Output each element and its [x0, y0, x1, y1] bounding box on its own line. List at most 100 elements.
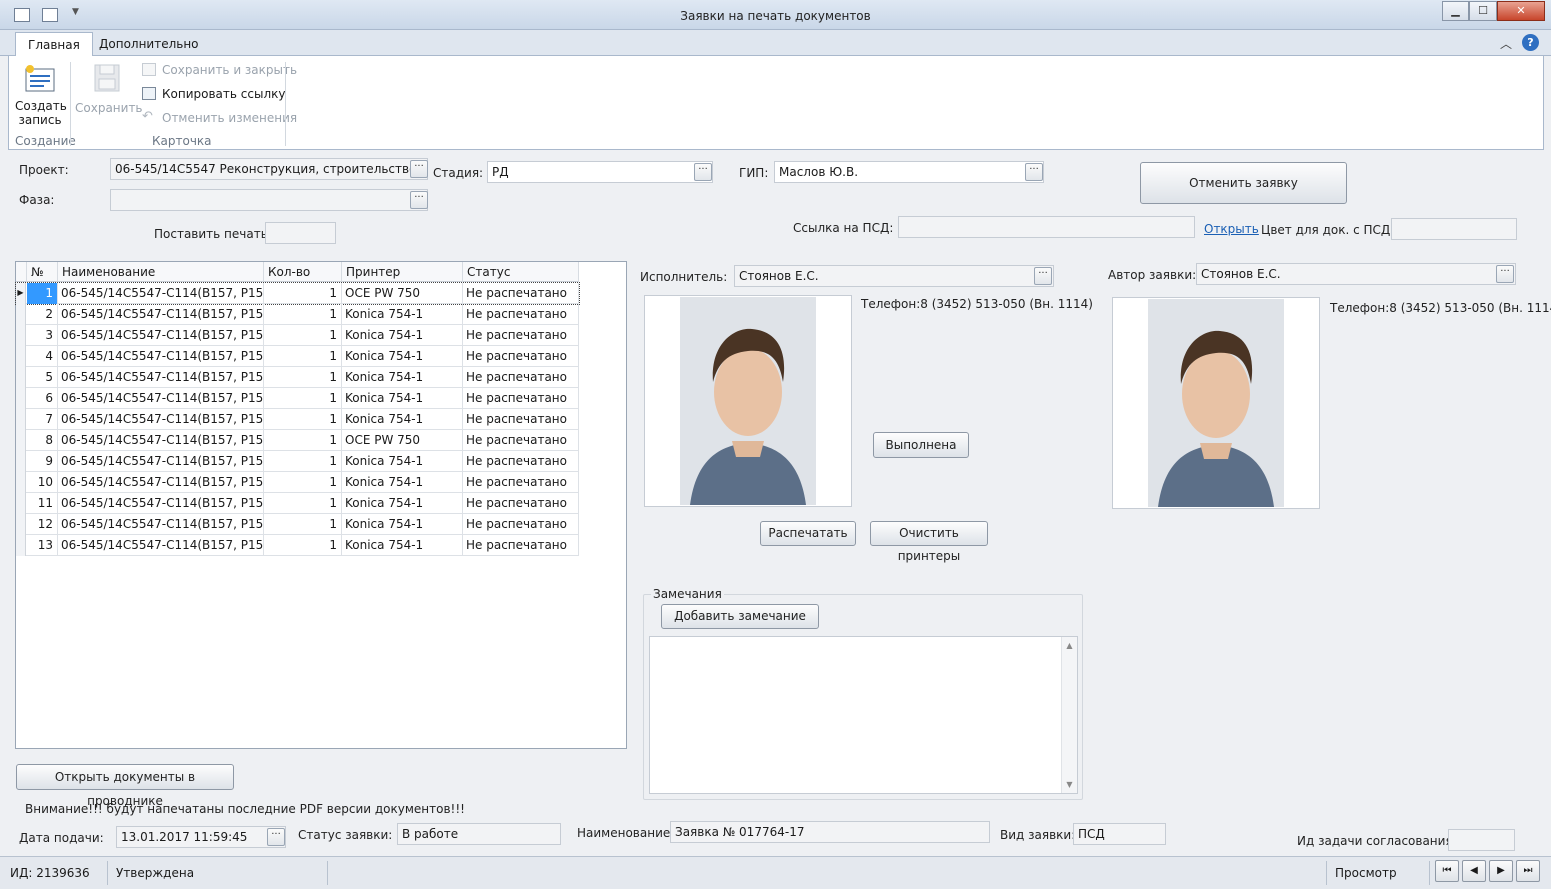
row-selector[interactable]	[16, 514, 26, 535]
cell-name[interactable]: 06-545/14С5547-С114(В157, Р157)-А...	[58, 514, 264, 535]
cell-number[interactable]: 9	[27, 451, 58, 472]
col-header-printer[interactable]: Принтер	[342, 262, 463, 282]
row-selector[interactable]	[16, 451, 26, 472]
cell-status[interactable]: Не распечатано	[463, 451, 579, 472]
done-button[interactable]: Выполнена	[873, 432, 969, 458]
author-field[interactable]: Стоянов Е.С.	[1196, 263, 1516, 285]
row-pointer-icon[interactable]: ▶	[16, 283, 26, 304]
cell-qty[interactable]: 1	[264, 388, 342, 409]
open-in-explorer-button[interactable]: Открыть документы в проводнике	[16, 764, 234, 808]
remarks-textarea[interactable]: ▲ ▼	[649, 636, 1078, 794]
cell-status[interactable]: Не распечатано	[463, 388, 579, 409]
submit-date-picker-button[interactable]: ···	[267, 828, 285, 846]
cell-printer[interactable]: Konica 754-1	[342, 409, 463, 430]
table-row[interactable]: 806-545/14С5547-С114(В157, Р157)-А...1OC…	[16, 430, 579, 451]
cell-printer[interactable]: OCE PW 750	[342, 430, 463, 451]
save-and-close-button[interactable]: Сохранить и закрыть	[142, 61, 297, 79]
cell-number[interactable]: 8	[27, 430, 58, 451]
cell-name[interactable]: 06-545/14С5547-С114(В157, Р157)-А...	[58, 451, 264, 472]
table-row[interactable]: 1206-545/14С5547-С114(В157, Р157)-А...1K…	[16, 514, 579, 535]
cell-qty[interactable]: 1	[264, 472, 342, 493]
table-row[interactable]: 1006-545/14С5547-С114(В157, Р157)-А...1K…	[16, 472, 579, 493]
cell-number[interactable]: 2	[27, 304, 58, 325]
close-button[interactable]: ✕	[1497, 1, 1545, 21]
cell-number[interactable]: 10	[27, 472, 58, 493]
last-record-button[interactable]: ⏭	[1516, 860, 1540, 882]
cell-qty[interactable]: 1	[264, 409, 342, 430]
open-psd-link[interactable]: Открыть	[1204, 222, 1259, 236]
documents-grid[interactable]: № Наименование Кол-во Принтер Статус ▶ 1 0…	[15, 261, 627, 749]
save-button[interactable]: Сохранить	[75, 62, 143, 115]
chevron-up-icon[interactable]: ︿	[1500, 35, 1512, 52]
cell-qty[interactable]: 1	[264, 367, 342, 388]
cell-name[interactable]: 06-545/14С5547-С114(В157, Р157)-А...	[58, 472, 264, 493]
cell-name[interactable]: 06-545/14С5547-С114(В157, Р157)-А...	[58, 493, 264, 514]
cell-qty[interactable]: 1	[264, 430, 342, 451]
cell-status[interactable]: Не распечатано	[463, 535, 579, 556]
row-selector[interactable]	[16, 430, 26, 451]
cell-printer[interactable]: Konica 754-1	[342, 535, 463, 556]
tab-additional[interactable]: Дополнительно	[87, 32, 211, 56]
psd-color-field[interactable]	[1391, 218, 1517, 240]
cell-number[interactable]: 1	[27, 283, 58, 304]
cell-status[interactable]: Не распечатано	[463, 367, 579, 388]
row-selector[interactable]	[16, 535, 26, 556]
cell-status[interactable]: Не распечатано	[463, 325, 579, 346]
table-row[interactable]: 506-545/14С5547-С114(В157, Р157)-А...1Ko…	[16, 367, 579, 388]
table-row[interactable]: 1106-545/14С5547-С114(В157, Р157)-А...1K…	[16, 493, 579, 514]
cell-status[interactable]: Не распечатано	[463, 514, 579, 535]
tab-main[interactable]: Главная	[15, 32, 93, 56]
table-row[interactable]: 706-545/14С5547-С114(В157, Р157)-А...1Ko…	[16, 409, 579, 430]
cell-qty[interactable]: 1	[264, 304, 342, 325]
cell-printer[interactable]: Konica 754-1	[342, 367, 463, 388]
cell-number[interactable]: 12	[27, 514, 58, 535]
author-browse-button[interactable]: ···	[1496, 265, 1514, 283]
cell-status[interactable]: Не распечатано	[463, 409, 579, 430]
cell-qty[interactable]: 1	[264, 535, 342, 556]
print-button[interactable]: Распечатать	[760, 521, 856, 546]
cell-status[interactable]: Не распечатано	[463, 304, 579, 325]
table-row[interactable]: 1306-545/14С5547-С114(В157, Р157)-А...1K…	[16, 535, 579, 556]
project-browse-button[interactable]: ···	[410, 160, 428, 178]
help-icon[interactable]: ?	[1522, 34, 1539, 51]
stage-browse-button[interactable]: ···	[694, 163, 712, 181]
cell-number[interactable]: 7	[27, 409, 58, 430]
cell-status[interactable]: Не распечатано	[463, 430, 579, 451]
project-field[interactable]: 06-545/14С5547 Реконструкция, строительс…	[110, 158, 428, 180]
cell-number[interactable]: 3	[27, 325, 58, 346]
prev-record-button[interactable]: ◀	[1462, 860, 1486, 882]
cancel-changes-button[interactable]: ↶ Отменить изменения	[142, 109, 297, 127]
row-selector[interactable]	[16, 325, 26, 346]
cell-printer[interactable]: Konica 754-1	[342, 514, 463, 535]
add-remark-button[interactable]: Добавить замечание	[661, 604, 819, 629]
cell-name[interactable]: 06-545/14С5547-С114(В157, Р157)-А...	[58, 388, 264, 409]
table-row[interactable]: 406-545/14С5547-С114(В157, Р157)-А...1Ko…	[16, 346, 579, 367]
stamp-field[interactable]	[265, 222, 336, 244]
col-header-qty[interactable]: Кол-во	[264, 262, 342, 282]
scroll-up-icon[interactable]: ▲	[1062, 641, 1077, 650]
gip-browse-button[interactable]: ···	[1025, 163, 1043, 181]
clear-printers-button[interactable]: Очистить принтеры	[870, 521, 988, 563]
cell-qty[interactable]: 1	[264, 493, 342, 514]
cell-name[interactable]: 06-545/14С5547-С114(В157, Р157)-А...	[58, 283, 264, 304]
request-name-field[interactable]: Заявка № 017764-17	[670, 821, 990, 843]
scroll-down-icon[interactable]: ▼	[1062, 780, 1077, 789]
phase-field[interactable]	[110, 189, 428, 211]
cell-printer[interactable]: Konica 754-1	[342, 304, 463, 325]
cell-qty[interactable]: 1	[264, 514, 342, 535]
table-row[interactable]: 306-545/14С5547-С114(В157, Р157)-А...1Ko…	[16, 325, 579, 346]
row-selector[interactable]	[16, 346, 26, 367]
approval-task-field[interactable]	[1448, 829, 1515, 851]
cell-name[interactable]: 06-545/14С5547-С114(В157, Р157)-А...	[58, 535, 264, 556]
table-row[interactable]: 906-545/14С5547-С114(В157, Р157)-А...1Ko…	[16, 451, 579, 472]
cell-number[interactable]: 6	[27, 388, 58, 409]
col-header-status[interactable]: Статус	[463, 262, 579, 282]
row-selector[interactable]	[16, 367, 26, 388]
cell-status[interactable]: Не распечатано	[463, 493, 579, 514]
cell-number[interactable]: 5	[27, 367, 58, 388]
next-record-button[interactable]: ▶	[1489, 860, 1513, 882]
cell-printer[interactable]: OCE PW 750	[342, 283, 463, 304]
cell-qty[interactable]: 1	[264, 283, 342, 304]
cell-qty[interactable]: 1	[264, 346, 342, 367]
copy-link-button[interactable]: Копировать ссылку	[142, 85, 285, 103]
